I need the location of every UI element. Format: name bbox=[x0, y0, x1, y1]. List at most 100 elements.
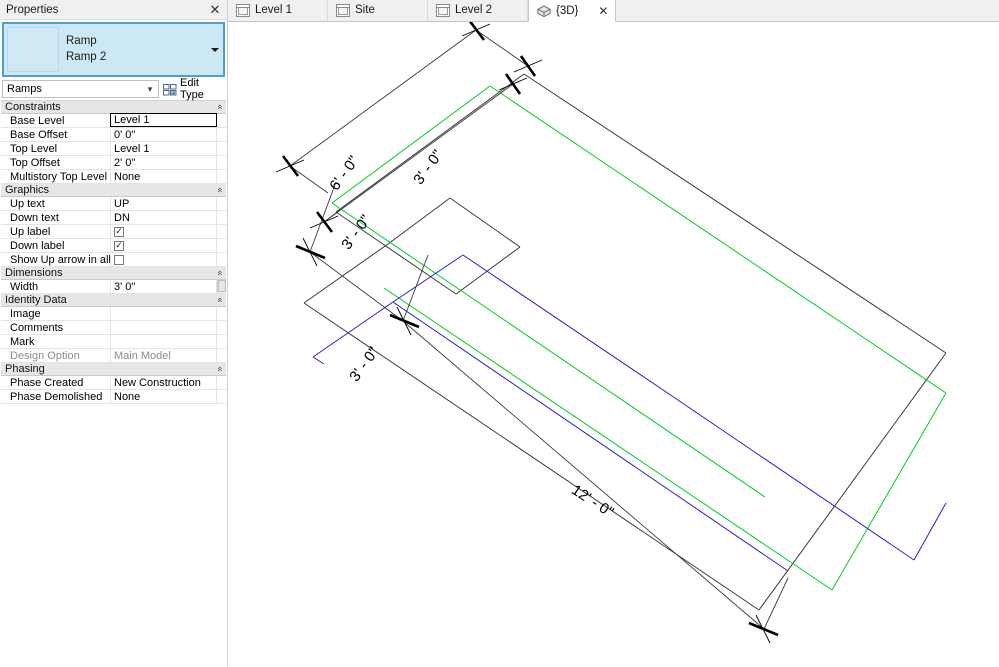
dimension-tick-cross bbox=[275, 23, 771, 644]
view-tab-3d[interactable]: {3D} ✕ bbox=[528, 0, 617, 22]
close-icon[interactable]: ✕ bbox=[595, 4, 611, 18]
parameter-name: Up text bbox=[1, 197, 111, 210]
parameter-value[interactable]: UP bbox=[111, 197, 217, 210]
edit-type-button[interactable]: Edit Type bbox=[163, 77, 225, 101]
parameter-value[interactable]: Level 1 bbox=[110, 113, 217, 127]
stringer-blue-notch-corner bbox=[312, 356, 325, 365]
parameter-row-tail bbox=[217, 142, 226, 155]
dimension-lines bbox=[289, 29, 789, 630]
parameter-name: Phase Created bbox=[1, 376, 111, 389]
parameter-value[interactable]: 0' 0" bbox=[111, 128, 217, 141]
parameter-row-tail bbox=[217, 211, 226, 224]
parameter-row[interactable]: Down text DN bbox=[1, 211, 226, 225]
caret-down-icon[interactable] bbox=[207, 24, 223, 75]
chevron-up-icon[interactable]: « bbox=[215, 187, 225, 192]
properties-palette-title: Properties bbox=[6, 3, 59, 16]
parameter-row[interactable]: Phase Created New Construction bbox=[1, 376, 226, 390]
parameter-value[interactable]: None bbox=[111, 170, 217, 183]
parameter-row[interactable]: Up label ✓ bbox=[1, 225, 226, 239]
parameter-row-tail bbox=[217, 225, 226, 238]
parameter-row[interactable]: Comments bbox=[1, 321, 226, 335]
parameter-value[interactable]: 2' 0" bbox=[111, 156, 217, 169]
family-combobox[interactable]: Ramps ▾ bbox=[2, 80, 159, 98]
parameter-name: Down text bbox=[1, 211, 111, 224]
parameter-grid: Constraints «Base Level Level 1 Base Offset… bbox=[1, 100, 226, 404]
ramp-geometry bbox=[275, 22, 947, 644]
dimline-ext-lower-a bbox=[309, 181, 337, 253]
view-tab-level-2[interactable]: Level 2 bbox=[428, 0, 528, 21]
dim-3-0-lower-left[interactable]: 3' - 0" bbox=[346, 344, 382, 385]
parameter-value[interactable] bbox=[111, 335, 217, 348]
parameter-group-label: Identity Data bbox=[5, 294, 67, 306]
parameter-group-header[interactable]: Graphics « bbox=[1, 184, 226, 197]
stringer-blue-end-upper bbox=[913, 502, 947, 561]
view-tab-level-1[interactable]: Level 1 bbox=[228, 0, 328, 21]
parameter-row-tail bbox=[217, 128, 226, 141]
parameter-group-header[interactable]: Dimensions « bbox=[1, 267, 226, 280]
parameter-group-header[interactable]: Identity Data « bbox=[1, 294, 226, 307]
checkbox-checked-icon[interactable]: ✓ bbox=[114, 240, 124, 251]
checkbox-unchecked-icon[interactable] bbox=[114, 254, 124, 265]
parameter-row[interactable]: Multistory Top Level None bbox=[1, 170, 226, 184]
chevron-up-icon[interactable]: « bbox=[215, 297, 225, 302]
parameter-name: Width bbox=[1, 280, 111, 293]
parameter-value[interactable]: Main Model bbox=[111, 349, 217, 362]
dim-6-0-upper-left[interactable]: 6' - 0" bbox=[326, 153, 362, 194]
parameter-row[interactable]: Up text UP bbox=[1, 197, 226, 211]
close-icon[interactable]: ✕ bbox=[207, 2, 223, 18]
chevron-up-icon[interactable]: « bbox=[215, 104, 225, 109]
parameter-value[interactable] bbox=[111, 321, 217, 334]
run-edge-green-3 bbox=[383, 287, 833, 591]
chevron-up-icon[interactable]: « bbox=[215, 366, 225, 371]
parameter-row[interactable]: Down label ✓ bbox=[1, 239, 226, 253]
parameter-row[interactable]: Base Offset 0' 0" bbox=[1, 128, 226, 142]
parameter-name: Top Level bbox=[1, 142, 111, 155]
dim-12-0-bottom[interactable]: 12' - 0" bbox=[568, 481, 616, 521]
parameter-row[interactable]: Show Up arrow in all v... bbox=[1, 253, 226, 267]
chevron-down-icon[interactable]: ▾ bbox=[144, 84, 156, 95]
parameter-name: Image bbox=[1, 307, 111, 320]
tickcross-4 bbox=[275, 159, 305, 173]
view-tab-label: {3D} bbox=[556, 5, 579, 17]
parameter-row-tail bbox=[217, 156, 226, 169]
parameter-group-label: Graphics bbox=[5, 184, 50, 196]
parameter-row[interactable]: Base Level Level 1 bbox=[1, 113, 226, 128]
dim-3-0-middle-left[interactable]: 3' - 0" bbox=[338, 212, 374, 253]
type-selector[interactable]: Ramp Ramp 2 bbox=[2, 22, 225, 77]
parameter-value[interactable]: 3' 0" bbox=[111, 280, 217, 293]
parameter-row[interactable]: Image bbox=[1, 307, 226, 321]
tickcross-8 bbox=[755, 614, 771, 644]
dimline-ext-lower-c bbox=[763, 577, 789, 630]
parameter-row-tail bbox=[217, 376, 226, 389]
parameter-value[interactable]: None bbox=[111, 390, 217, 403]
parameter-row[interactable]: Width 3' 0" bbox=[1, 280, 226, 294]
parameter-name: Top Offset bbox=[1, 156, 111, 169]
parameter-value[interactable]: DN bbox=[111, 211, 217, 224]
drawing-canvas[interactable]: 6' - 0" 3' - 0" 3' - 0" 3' - 0" 12' - 0" bbox=[228, 22, 999, 667]
checkbox-checked-icon[interactable]: ✓ bbox=[114, 226, 124, 237]
parameter-row[interactable]: Mark bbox=[1, 335, 226, 349]
outline-bottom-right-edge bbox=[758, 352, 947, 611]
view-tab-site[interactable]: Site bbox=[328, 0, 428, 21]
run-edge-green-end bbox=[831, 392, 947, 591]
parameter-group-header[interactable]: Phasing « bbox=[1, 363, 226, 376]
parameter-scrollbar[interactable] bbox=[217, 280, 226, 293]
parameter-value[interactable]: ✓ bbox=[111, 239, 217, 252]
dimline-3-0-middle bbox=[323, 83, 514, 223]
chevron-up-icon[interactable]: « bbox=[215, 270, 225, 275]
parameter-value[interactable]: Level 1 bbox=[111, 142, 217, 155]
parameter-value[interactable]: New Construction bbox=[111, 376, 217, 389]
scrollbar-thumb[interactable] bbox=[218, 280, 226, 292]
parameter-row-tail bbox=[217, 114, 226, 127]
parameter-row[interactable]: Phase Demolished None bbox=[1, 390, 226, 404]
parameter-row[interactable]: Top Level Level 1 bbox=[1, 142, 226, 156]
parameter-value[interactable] bbox=[111, 253, 217, 266]
3d-view-icon bbox=[537, 4, 551, 17]
parameter-row[interactable]: Design Option Main Model bbox=[1, 349, 226, 363]
parameter-value[interactable]: ✓ bbox=[111, 225, 217, 238]
parameter-row[interactable]: Top Offset 2' 0" bbox=[1, 156, 226, 170]
view-tab-label: Level 2 bbox=[455, 4, 493, 16]
view-tab-label: Level 1 bbox=[255, 4, 293, 16]
parameter-value[interactable] bbox=[111, 307, 217, 320]
properties-palette: Properties ✕ Ramp Ramp 2 Ramps ▾ Edit Ty… bbox=[0, 0, 228, 667]
